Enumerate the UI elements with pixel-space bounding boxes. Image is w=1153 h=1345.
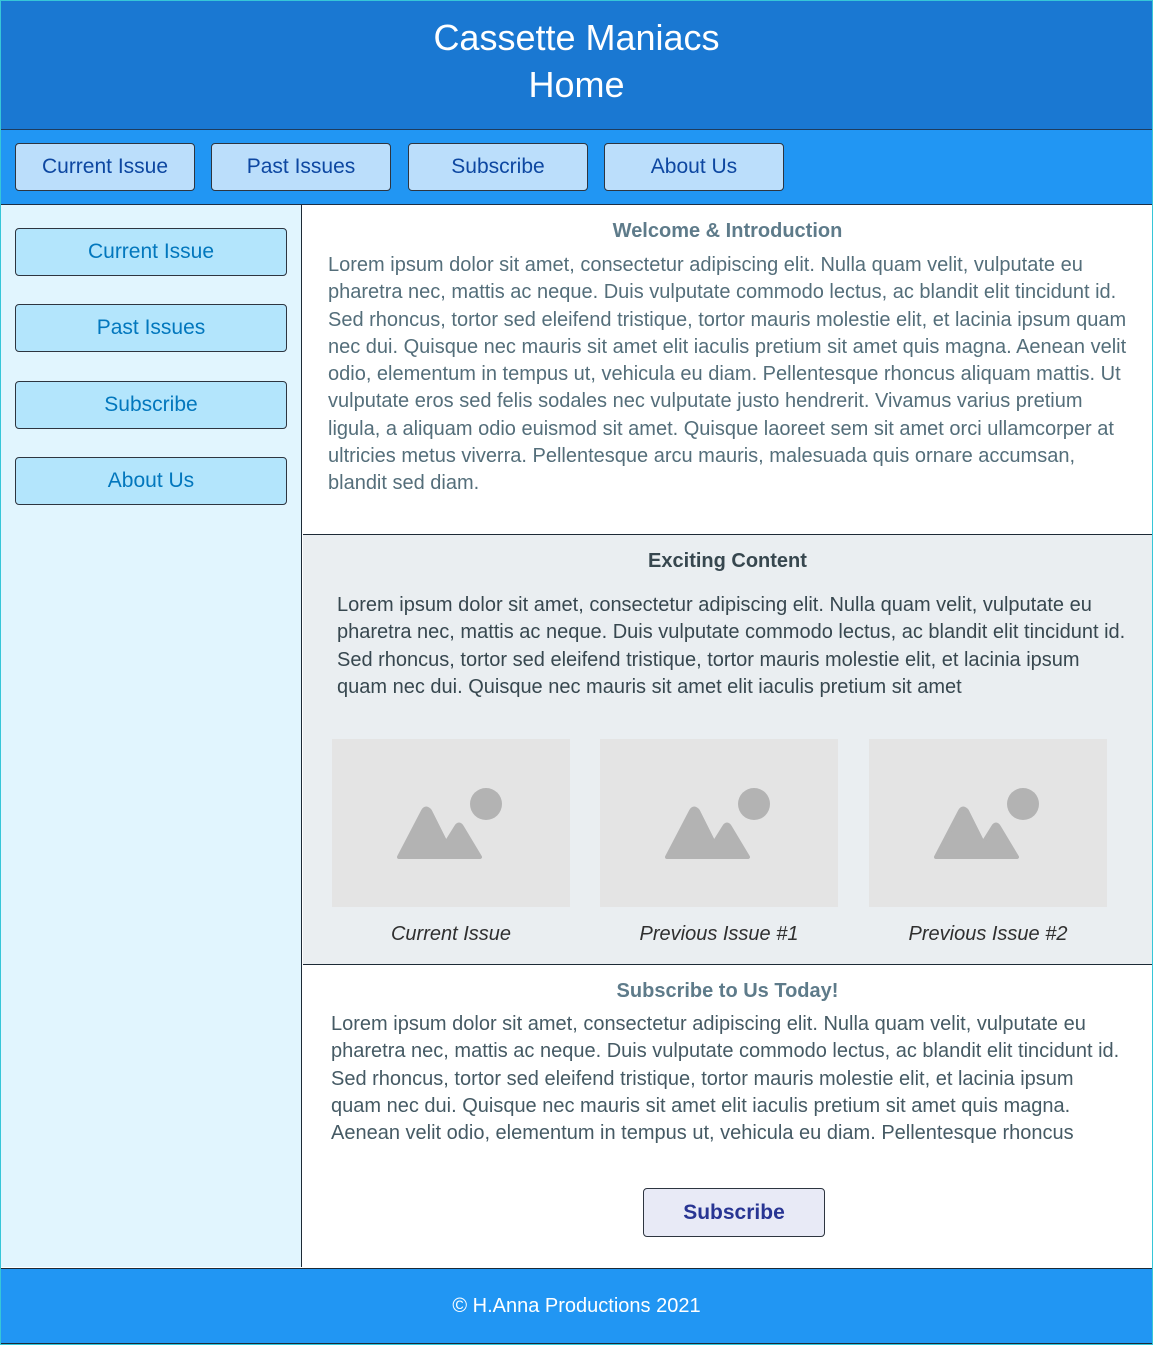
exciting-content-section: Exciting Content Lorem ipsum dolor sit a… xyxy=(303,535,1152,965)
image-placeholder-icon xyxy=(397,788,502,859)
exciting-title: Exciting Content xyxy=(648,550,807,572)
previous-issue-2-image[interactable] xyxy=(869,739,1107,907)
sidebar-item-current-issue[interactable]: Current Issue xyxy=(15,228,287,276)
subscribe-button[interactable]: Subscribe xyxy=(643,1188,825,1237)
previous-issue-1-image[interactable] xyxy=(600,739,838,907)
exciting-body: Lorem ipsum dolor sit amet, consectetur … xyxy=(337,594,1126,698)
current-issue-caption: Current Issue xyxy=(390,923,512,945)
welcome-body: Lorem ipsum dolor sit amet, consectetur … xyxy=(328,254,1127,495)
sidebar-item-past-issues[interactable]: Past Issues xyxy=(15,304,287,352)
sidebar: Current Issue Past Issues Subscribe Abou… xyxy=(1,205,302,1267)
subscribe-body: Lorem ipsum dolor sit amet, consectetur … xyxy=(331,1013,1120,1151)
site-header: Cassette Maniacs Home xyxy=(1,1,1152,130)
previous-issue-1-caption: Previous Issue #1 xyxy=(639,923,799,945)
previous-issue-2-caption: Previous Issue #2 xyxy=(908,923,1068,945)
sidebar-item-about-us[interactable]: About Us xyxy=(15,457,287,505)
topnav-subscribe-button[interactable]: Subscribe xyxy=(408,143,588,191)
image-placeholder-icon xyxy=(665,788,770,859)
top-navigation: Current Issue Past Issues Subscribe Abou… xyxy=(1,130,1152,205)
topnav-about-us-button[interactable]: About Us xyxy=(604,143,784,191)
page-title: Home xyxy=(528,64,625,105)
welcome-section: Welcome & Introduction Lorem ipsum dolor… xyxy=(303,205,1152,535)
topnav-past-issues-button[interactable]: Past Issues xyxy=(211,143,391,191)
current-issue-image[interactable] xyxy=(332,739,570,907)
subscribe-section: Subscribe to Us Today! Lorem ipsum dolor… xyxy=(303,965,1152,1267)
site-footer: © H.Anna Productions 2021 xyxy=(1,1268,1152,1344)
footer-copyright: © H.Anna Productions 2021 xyxy=(452,1294,701,1317)
welcome-title: Welcome & Introduction xyxy=(612,220,843,242)
sidebar-item-subscribe[interactable]: Subscribe xyxy=(15,381,287,429)
site-title: Cassette Maniacs xyxy=(433,17,720,58)
topnav-current-issue-button[interactable]: Current Issue xyxy=(15,143,195,191)
subscribe-title: Subscribe to Us Today! xyxy=(616,980,839,1002)
image-placeholder-icon xyxy=(934,788,1039,859)
